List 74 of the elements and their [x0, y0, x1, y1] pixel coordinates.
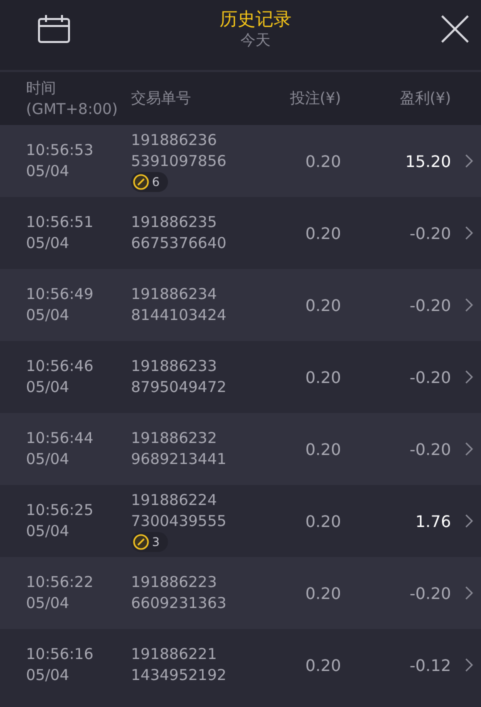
column-header: 盈利(¥): [398, 88, 451, 109]
close-button[interactable]: [441, 15, 469, 43]
date-text: 05/04: [26, 593, 70, 614]
time-text: 10:56:25: [26, 500, 94, 521]
date-text: 05/04: [26, 665, 70, 686]
order-number: 191886233: [131, 356, 217, 377]
profit-amount: -0.20: [408, 584, 451, 602]
chevron-right-icon: [465, 370, 473, 384]
order-number: 9689213441: [131, 449, 226, 470]
time-text: 10:56:51: [26, 212, 94, 233]
date-text: 05/04: [26, 161, 70, 182]
bonus-count: 6: [152, 175, 160, 189]
history-row[interactable]: 10:56:49 05/04 191886234 8144103424 0.20 -0.20: [0, 269, 481, 341]
time-text: 10:56:49: [26, 284, 94, 305]
coin-icon: [133, 534, 149, 550]
chevron-right-icon: [465, 586, 473, 600]
bet-amount: 0.20: [304, 368, 341, 386]
chevron-right-icon: [465, 658, 473, 672]
bet-amount: 0.20: [304, 656, 341, 674]
order-number: 8795049472: [131, 377, 226, 398]
profit-amount: -0.20: [408, 296, 451, 314]
order-number: 7300439555: [131, 511, 226, 532]
order-number: 191886232: [131, 428, 217, 449]
order-number: 5391097856: [131, 151, 226, 172]
order-number: 1434952192: [131, 665, 226, 686]
time-text: 10:56:53: [26, 140, 94, 161]
history-row[interactable]: 10:56:22 05/04 191886223 6609231363 0.20 -0.20: [0, 557, 481, 629]
chevron-right-icon: [465, 226, 473, 240]
chevron-right-icon: [465, 514, 473, 528]
order-number: 191886224: [131, 490, 217, 511]
history-row[interactable]: 10:56:53 05/04 191886236 5391097856 6 0.20 15.20: [0, 125, 481, 197]
bet-amount: 0.20: [304, 296, 341, 314]
profit-amount: 1.76: [414, 512, 451, 530]
chevron-right-icon: [465, 442, 473, 456]
column-header: 交易单号: [131, 88, 192, 109]
chevron-right-icon: [465, 154, 473, 168]
bonus-count: 3: [152, 535, 160, 549]
time-text: 10:56:46: [26, 356, 94, 377]
column-header: 投注(¥): [288, 88, 341, 109]
order-number: 191886236: [131, 130, 217, 151]
date-text: 05/04: [26, 377, 70, 398]
bet-amount: 0.20: [304, 152, 341, 170]
profit-amount: -0.12: [408, 656, 451, 674]
time-text: 10:56:44: [26, 428, 94, 449]
close-icon: [441, 15, 469, 43]
profit-amount: -0.20: [408, 440, 451, 458]
bet-amount: 0.20: [304, 584, 341, 602]
profit-amount: -0.20: [408, 224, 451, 242]
bet-amount: 0.20: [304, 440, 341, 458]
date-text: 05/04: [26, 305, 70, 326]
history-row[interactable]: 10:56:44 05/04 191886232 9689213441 0.20 -0.20: [0, 413, 481, 485]
date-text: 05/04: [26, 521, 70, 542]
order-number: 6675376640: [131, 233, 226, 254]
profit-amount: 15.20: [404, 152, 451, 170]
chevron-right-icon: [465, 298, 473, 312]
coin-icon: [133, 174, 149, 190]
order-number: 191886235: [131, 212, 217, 233]
date-filter[interactable]: 今天: [240, 31, 270, 49]
order-number: 191886221: [131, 644, 217, 665]
time-text: 10:56:22: [26, 572, 94, 593]
date-text: 05/04: [26, 449, 70, 470]
time-text: 10:56:16: [26, 644, 94, 665]
calendar-icon: [38, 15, 70, 43]
bet-amount: 0.20: [304, 224, 341, 242]
page-title: 历史记录: [220, 9, 292, 31]
order-number: 6609231363: [131, 593, 226, 614]
order-number: 191886234: [131, 284, 217, 305]
date-text: 05/04: [26, 233, 70, 254]
profit-amount: -0.20: [408, 368, 451, 386]
column-header: 时间 (GMT+8:00): [26, 78, 119, 120]
order-number: 8144103424: [131, 305, 226, 326]
order-number: 191886223: [131, 572, 217, 593]
calendar-button[interactable]: [38, 15, 70, 43]
bet-amount: 0.20: [304, 512, 341, 530]
